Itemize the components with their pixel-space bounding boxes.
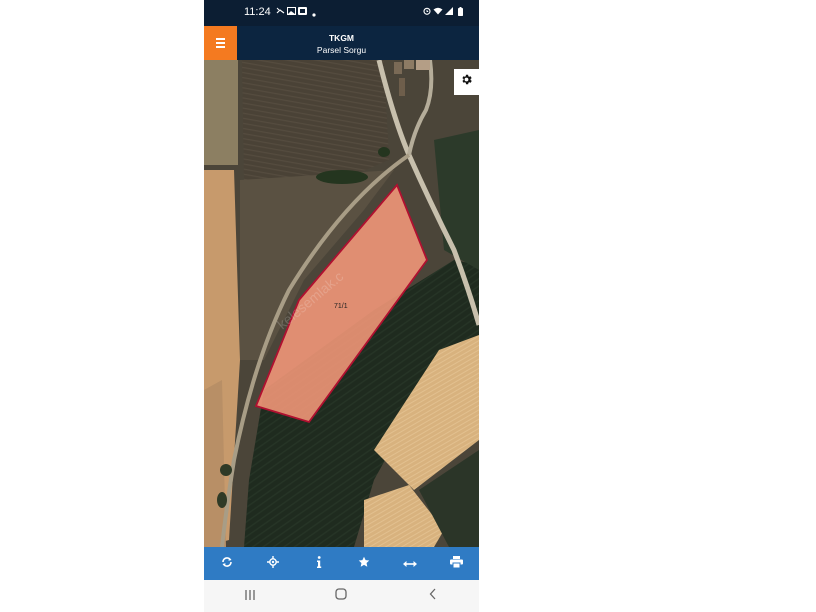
settings-button[interactable] [454, 69, 479, 95]
refresh-button[interactable] [204, 547, 250, 580]
page-title: TKGM [328, 33, 355, 43]
signal-icon [445, 7, 453, 17]
status-bar: 11:24 [204, 0, 479, 26]
dot-icon [312, 9, 316, 19]
app-icon [298, 7, 307, 17]
bottom-toolbar [204, 547, 479, 580]
app-header: TKGM Parsel Sorgu [204, 26, 479, 60]
alarm-icon [423, 7, 431, 17]
favorite-button[interactable] [341, 547, 387, 580]
image-icon [287, 7, 296, 17]
wifi-icon [433, 7, 443, 17]
status-time: 11:24 [244, 6, 271, 18]
map-view[interactable]: kelesemlak.c 71/1 [204, 59, 479, 548]
phone-missed-icon [276, 7, 285, 17]
measure-button[interactable] [387, 547, 433, 580]
locate-icon [266, 555, 279, 573]
system-nav-bar [204, 580, 479, 612]
star-icon [358, 555, 370, 573]
print-button[interactable] [433, 547, 479, 580]
refresh-icon [221, 555, 233, 573]
print-icon [449, 555, 463, 573]
parcel-label: 71/1 [334, 303, 348, 310]
gear-icon [460, 73, 473, 91]
page-subtitle: Parsel Sorgu [316, 45, 367, 55]
recent-apps-icon [244, 587, 256, 605]
info-button[interactable] [296, 547, 342, 580]
recent-apps-button[interactable] [230, 584, 270, 608]
home-icon [335, 587, 348, 605]
back-button[interactable] [413, 584, 453, 608]
home-button[interactable] [321, 584, 361, 608]
measure-icon [403, 555, 418, 573]
back-icon [429, 587, 437, 605]
battery-icon [458, 7, 463, 18]
locate-button[interactable] [250, 547, 296, 580]
info-icon [316, 555, 322, 573]
phone-screen: 11:24 TKGM Parsel Sorgu kelesemlak.c 71/… [204, 0, 479, 612]
